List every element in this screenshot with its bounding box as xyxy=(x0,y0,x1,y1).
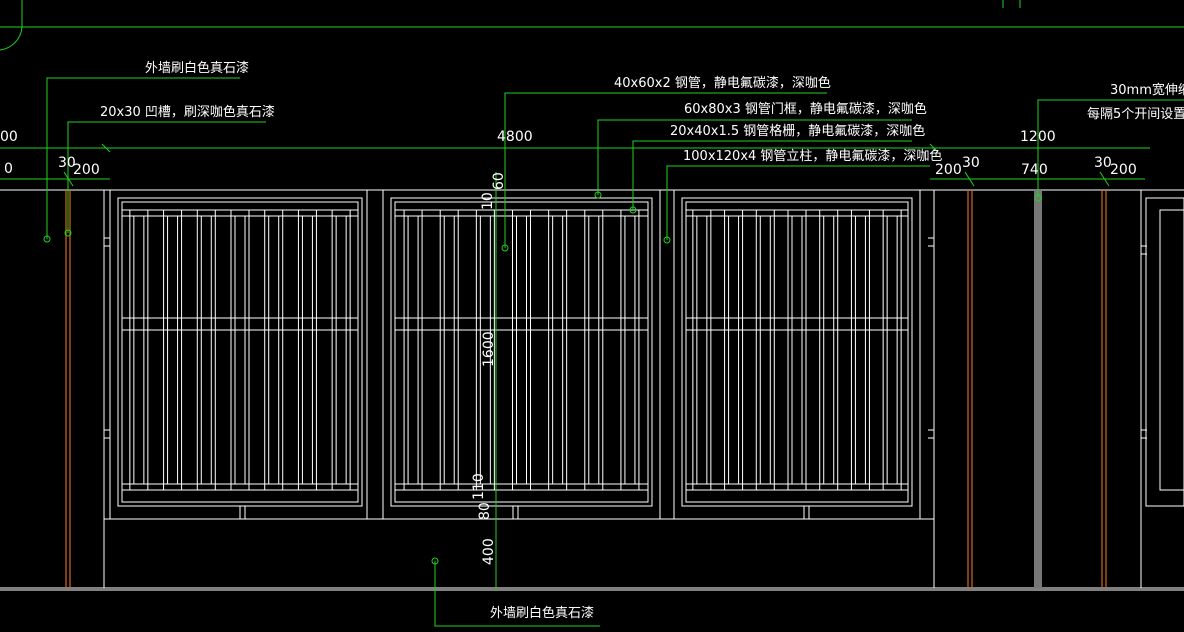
note-pipe-40x60: 40x60x2 钢管，静电氟碳漆，深咖色 xyxy=(614,75,831,91)
grille-bar-inner xyxy=(823,215,835,485)
grille-bar-outer xyxy=(819,209,839,491)
grille-bar-inner xyxy=(696,215,708,485)
grille-bar-outer xyxy=(755,209,775,491)
fence-panels xyxy=(103,189,1184,520)
note-wall-top: 外墙刷白色真石漆 xyxy=(145,60,249,76)
note-door-frame: 60x80x3 钢管门框，静电氟碳漆，深咖色 xyxy=(684,101,927,117)
grille-bar-outer xyxy=(724,209,744,491)
steel-column xyxy=(366,189,384,520)
dimension-lines xyxy=(0,143,1150,200)
dim-00: 00 xyxy=(0,129,18,145)
vdim-10: 10 xyxy=(480,192,496,210)
grille-bar-outer xyxy=(787,209,807,491)
grille-bar-inner xyxy=(443,215,455,485)
grille-bar-outer xyxy=(850,209,870,491)
grille-bar-outer xyxy=(297,209,317,491)
grille-bar-outer xyxy=(1159,209,1184,491)
note-column: 100x120x4 钢管立柱，静电氟碳漆，深咖色 xyxy=(683,148,942,164)
grille-bar-inner xyxy=(791,215,803,485)
grille-bar-outer xyxy=(403,209,423,491)
dim-200-left: 200 xyxy=(73,162,100,178)
grille-bar-inner xyxy=(200,215,212,485)
grille-bar-inner xyxy=(268,215,280,485)
grille-bar-outer xyxy=(692,209,712,491)
note-groove: 20x30 凹槽，刷深咖色真石漆 xyxy=(100,104,275,120)
grille-bar-inner xyxy=(759,215,771,485)
dim-0: 0 xyxy=(4,161,13,177)
grille-bar-inner xyxy=(854,215,866,485)
dim-4800: 4800 xyxy=(497,129,533,145)
steel-column xyxy=(103,189,111,520)
grille-bar-outer xyxy=(129,209,149,491)
vdim-1600: 1600 xyxy=(481,331,497,367)
grille-bar-outer xyxy=(331,209,351,491)
expansion-joint xyxy=(1034,190,1042,588)
grille-bar-inner xyxy=(552,215,564,485)
grille-bar-inner xyxy=(588,215,600,485)
dimension-texts: 00 0 30 200 4800 1200 200 30 740 30 200 … xyxy=(0,129,1137,565)
note-wall-bottom: 外墙刷白色真石漆 xyxy=(490,605,594,621)
door-frame-outer xyxy=(681,197,913,507)
door-frame-inner xyxy=(121,201,359,503)
vdim-400: 400 xyxy=(481,538,497,565)
note-grille: 20x40x1.5 钢管格栅，静电氟碳漆，深咖色 xyxy=(670,123,925,139)
dim-1200: 1200 xyxy=(1020,129,1056,145)
grille-bar-inner xyxy=(886,215,898,485)
grille-bar-inner xyxy=(516,215,527,485)
grille-bar-inner xyxy=(301,215,313,485)
door-frame-outer xyxy=(1145,197,1184,507)
vdim-60: 60 xyxy=(491,172,507,190)
grille-bar-inner xyxy=(728,215,740,485)
door-frame-outer xyxy=(117,197,363,507)
grille-bar-inner xyxy=(133,215,145,485)
dim-200-a: 200 xyxy=(935,162,962,178)
cad-elevation-drawing: 外墙刷白色真石漆 20x30 凹槽，刷深咖色真石漆 40x60x2 钢管，静电氟… xyxy=(0,0,1184,627)
dim-30-a: 30 xyxy=(962,155,980,171)
grille-bar-inner xyxy=(167,215,179,485)
grille-bar-inner xyxy=(624,215,636,485)
grille-bar-outer xyxy=(584,209,604,491)
dim-200-b: 200 xyxy=(1110,162,1137,178)
grille-bar-inner xyxy=(335,215,347,485)
steel-column xyxy=(919,189,935,520)
wall-grooves xyxy=(65,190,1107,588)
grille-bar-inner xyxy=(407,215,419,485)
grille-bar-inner xyxy=(234,215,246,485)
vdim-80: 80 xyxy=(477,502,493,520)
dim-740: 740 xyxy=(1021,162,1048,178)
vdim-110: 110 xyxy=(471,473,487,500)
grille-bar-outer xyxy=(196,209,216,491)
note-joint-1: 30mm宽伸缩 xyxy=(1110,82,1184,98)
note-joint-2: 每隔5个开间设置一 xyxy=(1087,106,1184,122)
door-frame-outer xyxy=(390,197,653,507)
grille-bar-outer xyxy=(548,209,568,491)
grille-bar-outer xyxy=(230,209,250,491)
door-frame-inner xyxy=(394,201,649,503)
grille-bar-outer xyxy=(882,209,902,491)
grille-bar-outer xyxy=(439,209,459,491)
header-frame xyxy=(0,0,1184,51)
grille-bar-outer xyxy=(620,209,640,491)
grille-bar-outer xyxy=(163,209,183,491)
grille-bar-outer xyxy=(512,209,531,491)
door-frame-inner xyxy=(685,201,909,503)
grille-bar-outer xyxy=(264,209,284,491)
